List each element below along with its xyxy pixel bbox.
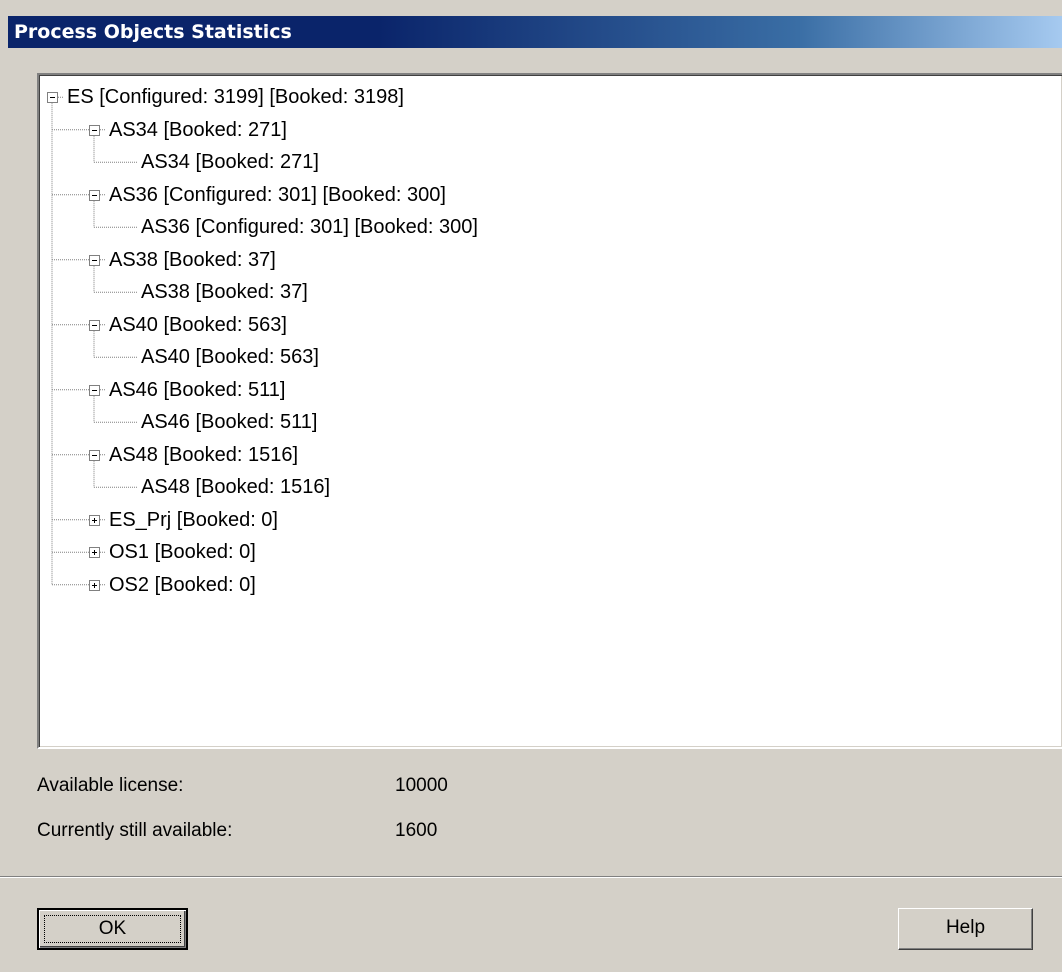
minus-box-icon[interactable] <box>47 92 58 104</box>
tree-item[interactable]: OS1 [Booked: 0] <box>109 537 256 567</box>
minus-box-icon[interactable] <box>89 319 100 331</box>
tree-leaf-item[interactable]: AS46 [Booked: 511] <box>141 407 317 437</box>
minus-box-icon[interactable] <box>89 124 100 136</box>
minus-box-icon[interactable] <box>89 189 100 201</box>
process-objects-tree[interactable]: ES [Configured: 3199] [Booked: 3198] AS34… <box>37 73 1062 749</box>
available-license-label: Available license: <box>37 775 184 796</box>
still-available-value: 1600 <box>395 820 438 841</box>
tree-leaf-item[interactable]: AS40 [Booked: 563] <box>141 342 319 372</box>
ok-button-label: OK <box>98 918 127 939</box>
minus-box-icon[interactable] <box>89 254 100 266</box>
tree-item[interactable]: AS40 [Booked: 563] <box>109 310 287 340</box>
minus-box-icon[interactable] <box>89 384 100 396</box>
tree-item[interactable]: AS48 [Booked: 1516] <box>109 440 298 470</box>
minus-box-icon[interactable] <box>89 449 100 461</box>
tree-leaf-item[interactable]: AS36 [Configured: 301] [Booked: 300] <box>141 212 478 242</box>
plus-box-icon[interactable] <box>89 547 100 559</box>
help-button-label: Help <box>945 917 986 938</box>
available-license-value: 10000 <box>395 775 448 796</box>
plus-box-icon[interactable] <box>89 514 100 526</box>
tree-item[interactable]: AS38 [Booked: 37] <box>109 245 276 275</box>
tree-root-item[interactable]: ES [Configured: 3199] [Booked: 3198] <box>67 82 404 112</box>
help-button[interactable]: Help <box>898 908 1033 950</box>
plus-box-icon[interactable] <box>89 579 100 591</box>
tree-item[interactable]: AS36 [Configured: 301] [Booked: 300] <box>109 180 446 210</box>
tree-item[interactable]: AS46 [Booked: 511] <box>109 375 285 405</box>
tree-item[interactable]: ES_Prj [Booked: 0] <box>109 505 278 535</box>
tree-leaf-item[interactable]: AS34 [Booked: 271] <box>141 147 319 177</box>
tree-leaf-item[interactable]: AS48 [Booked: 1516] <box>141 472 330 502</box>
tree-item[interactable]: AS34 [Booked: 271] <box>109 115 287 145</box>
tree-leaf-item[interactable]: AS38 [Booked: 37] <box>141 277 308 307</box>
tree-item[interactable]: OS2 [Booked: 0] <box>109 570 256 600</box>
ok-button[interactable]: OK <box>37 908 188 950</box>
still-available-label: Currently still available: <box>37 820 233 841</box>
window-title: Process Objects Statistics <box>8 16 1062 48</box>
